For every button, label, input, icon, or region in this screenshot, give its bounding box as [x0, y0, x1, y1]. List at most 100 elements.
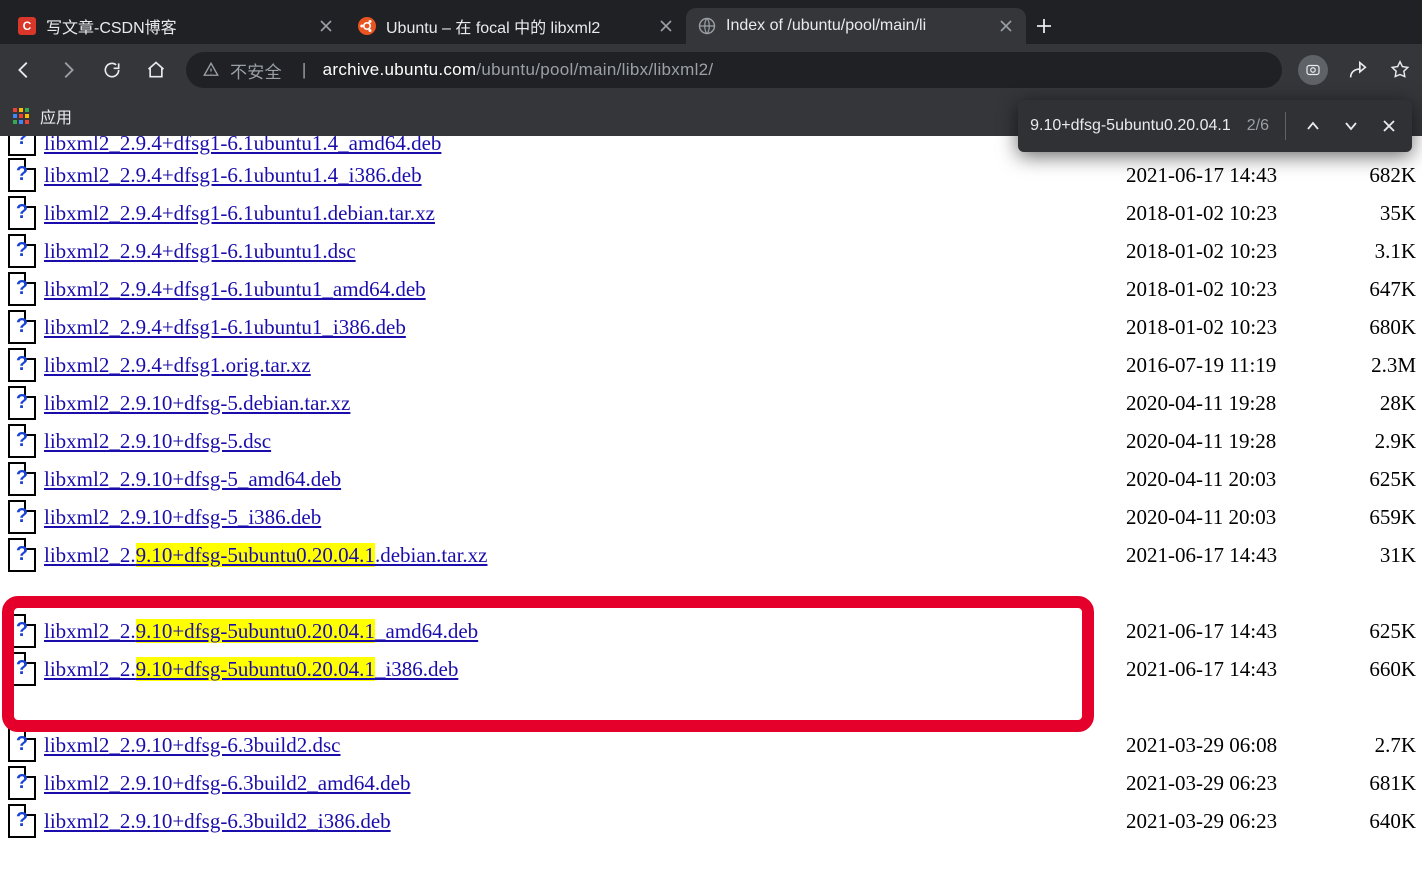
list-item: ?libxml2_2.9.10+dfsg-5ubuntu0.20.04.1_i3… [6, 650, 1416, 688]
url-host: archive.ubuntu.com [323, 60, 477, 79]
bookmark-star-icon[interactable] [1388, 58, 1412, 82]
file-icon: ? [8, 234, 36, 268]
file-icon: ? [8, 310, 36, 344]
back-button[interactable] [10, 56, 38, 84]
file-date: 2020-04-11 20:03 [1126, 505, 1346, 530]
file-date: 2021-03-29 06:23 [1126, 771, 1346, 796]
tab-title: 写文章-CSDN博客 [46, 14, 308, 38]
find-next-button[interactable] [1340, 115, 1362, 137]
find-count: 2/6 [1247, 117, 1269, 135]
close-icon[interactable] [658, 18, 674, 34]
close-icon[interactable] [998, 18, 1014, 34]
list-item: ? libxml2_2.9.10+dfsg-5_i386.deb 2020-04-1… [6, 498, 1416, 536]
find-query[interactable]: 9.10+dfsg-5ubuntu0.20.04.1 [1030, 117, 1231, 135]
address-bar[interactable]: 不安全 | archive.ubuntu.com/ubuntu/pool/mai… [186, 52, 1282, 88]
file-date: 2020-04-11 19:28 [1126, 391, 1346, 416]
file-size: 3.1K [1346, 239, 1416, 264]
tab-title: Ubuntu – 在 focal 中的 libxml2 [386, 14, 648, 38]
file-icon: ? [8, 196, 36, 230]
list-item: ? libxml2_2.9.4+dfsg1-6.1ubuntu1.dsc 2018-… [6, 232, 1416, 270]
favicon-csdn: C [18, 17, 36, 35]
file-date: 2018-01-02 10:23 [1126, 315, 1346, 340]
list-item: ? libxml2_2.9.4+dfsg1-6.1ubuntu1_i386.deb… [6, 308, 1416, 346]
tab-0[interactable]: C 写文章-CSDN博客 [6, 8, 346, 44]
file-link[interactable]: libxml2_2.9.10+dfsg-5.dsc [44, 429, 271, 454]
list-item: ? libxml2_2.9.4+dfsg1-6.1ubuntu1_amd64.de… [6, 270, 1416, 308]
file-link[interactable]: libxml2_2.9.10+dfsg-6.3build2.dsc [44, 733, 341, 758]
toolbar: 不安全 | archive.ubuntu.com/ubuntu/pool/mai… [0, 44, 1422, 96]
file-link[interactable]: libxml2_2.9.4+dfsg1-6.1ubuntu1.4_amd64.d… [44, 136, 441, 156]
tab-1[interactable]: Ubuntu – 在 focal 中的 libxml2 [346, 8, 686, 44]
new-tab-button[interactable] [1026, 8, 1062, 44]
file-date: 2018-01-02 10:23 [1126, 239, 1346, 264]
close-icon[interactable] [318, 18, 334, 34]
list-item: ?libxml2_2.9.10+dfsg-5_amd64.deb2020-04-… [6, 460, 1416, 498]
list-item: ?libxml2_2.9.4+dfsg1.orig.tar.xz2016-07-… [6, 346, 1416, 384]
list-item: ?libxml2_2.9.4+dfsg1-6.1ubuntu1.4_i386.d… [6, 156, 1416, 194]
home-button[interactable] [142, 56, 170, 84]
toolbar-right [1298, 55, 1412, 85]
find-close-button[interactable] [1378, 115, 1400, 137]
file-link[interactable]: libxml2_2.9.10+dfsg-5_amd64.deb [44, 467, 341, 492]
apps-label[interactable]: 应用 [40, 104, 72, 128]
reload-button[interactable] [98, 56, 126, 84]
list-item: ?libxml2_2.9.10+dfsg-5ubuntu0.20.04.1_am… [6, 612, 1416, 650]
file-icon: ? [8, 462, 36, 496]
list-item: ? libxml2_2.9.4+dfsg1-6.1ubuntu1.debian.t… [6, 194, 1416, 232]
file-size: 2.7K [1346, 733, 1416, 758]
file-icon: ? [8, 424, 36, 458]
file-size: 680K [1346, 315, 1416, 340]
file-date: 2020-04-11 19:28 [1126, 429, 1346, 454]
file-icon: ? [8, 136, 36, 156]
apps-icon[interactable] [12, 107, 30, 125]
file-size: 659K [1346, 505, 1416, 530]
file-size: 647K [1346, 277, 1416, 302]
file-date: 2021-06-17 14:43 [1126, 657, 1346, 682]
file-link[interactable]: libxml2_2.9.10+dfsg-5_i386.deb [44, 505, 321, 530]
file-size: 682K [1346, 163, 1416, 188]
file-link[interactable]: libxml2_2.9.4+dfsg1-6.1ubuntu1.4_i386.de… [44, 163, 422, 188]
file-size: 625K [1346, 619, 1416, 644]
file-size: 640K [1346, 809, 1416, 834]
file-link[interactable]: libxml2_2.9.4+dfsg1-6.1ubuntu1.dsc [44, 239, 356, 264]
list-item: ?libxml2_2.9.10+dfsg-5ubuntu0.20.04.1.de… [6, 536, 1416, 574]
file-date: 2021-06-17 14:43 [1126, 543, 1346, 568]
lens-search-icon[interactable] [1298, 55, 1328, 85]
url-text: archive.ubuntu.com/ubuntu/pool/main/libx… [323, 60, 714, 80]
forward-button[interactable] [54, 56, 82, 84]
file-link[interactable]: libxml2_2.9.10+dfsg-6.3build2_i386.deb [44, 809, 391, 834]
file-link[interactable]: libxml2_2.9.4+dfsg1-6.1ubuntu1_amd64.deb [44, 277, 426, 302]
file-icon: ? [8, 272, 36, 306]
file-size: 28K [1346, 391, 1416, 416]
file-size: 625K [1346, 467, 1416, 492]
favicon-ubuntu [358, 17, 376, 35]
file-link[interactable]: libxml2_2.9.4+dfsg1-6.1ubuntu1.debian.ta… [44, 201, 435, 226]
file-date: 2018-01-02 10:23 [1126, 201, 1346, 226]
find-prev-button[interactable] [1302, 115, 1324, 137]
file-size: 660K [1346, 657, 1416, 682]
file-size: 31K [1346, 543, 1416, 568]
file-size: 2.9K [1346, 429, 1416, 454]
file-link[interactable]: libxml2_2.9.10+dfsg-5ubuntu0.20.04.1_amd… [44, 619, 478, 644]
list-item: ? libxml2_2.9.10+dfsg-6.3build2_amd64.deb… [6, 764, 1416, 802]
file-icon: ? [8, 728, 36, 762]
file-link[interactable]: libxml2_2.9.4+dfsg1-6.1ubuntu1_i386.deb [44, 315, 406, 340]
file-link[interactable]: libxml2_2.9.4+dfsg1.orig.tar.xz [44, 353, 311, 378]
file-icon: ? [8, 766, 36, 800]
favicon-globe-icon [698, 17, 716, 35]
tab-2-active[interactable]: Index of /ubuntu/pool/main/li [686, 8, 1026, 44]
file-link[interactable]: libxml2_2.9.10+dfsg-6.3build2_amd64.deb [44, 771, 411, 796]
file-name-post: _i386.deb [375, 657, 458, 681]
file-icon: ? [8, 386, 36, 420]
separator [1285, 112, 1286, 140]
file-name-post: _amd64.deb [375, 619, 478, 643]
file-size: 35K [1346, 201, 1416, 226]
file-date: 2016-07-19 11:19 [1126, 353, 1346, 378]
file-icon: ? [8, 500, 36, 534]
file-date: 2021-06-17 14:43 [1126, 163, 1346, 188]
find-highlight: 9.10+dfsg-5ubuntu0.20.04.1 [136, 543, 375, 567]
share-icon[interactable] [1346, 58, 1370, 82]
file-link[interactable]: libxml2_2.9.10+dfsg-5ubuntu0.20.04.1.deb… [44, 543, 487, 568]
file-link[interactable]: libxml2_2.9.10+dfsg-5.debian.tar.xz [44, 391, 350, 416]
file-link[interactable]: libxml2_2.9.10+dfsg-5ubuntu0.20.04.1_i38… [44, 657, 458, 682]
